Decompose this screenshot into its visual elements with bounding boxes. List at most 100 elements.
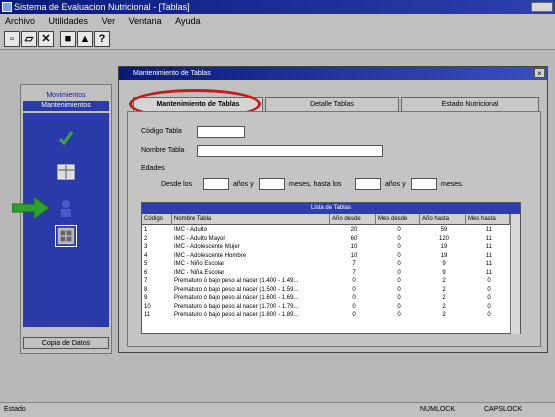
- table-cell: 11: [485, 261, 493, 267]
- table-cell: 7: [144, 278, 148, 284]
- menu-ayuda[interactable]: Ayuda: [175, 14, 200, 28]
- table-row[interactable]: 9 Prematuro ó bajo peso al nacer (1.600 -…: [142, 294, 510, 303]
- app-titlebar: Sistema de Evaluacion Nutricional - [Tab…: [0, 0, 555, 14]
- info-icon[interactable]: ?: [94, 31, 110, 47]
- print-icon[interactable]: ▲: [77, 31, 93, 47]
- grid-icon[interactable]: [55, 225, 77, 247]
- table-cell: 19: [440, 244, 448, 250]
- dialog-title: Mantenimiento de Tablas: [133, 70, 211, 77]
- table-icon[interactable]: [55, 161, 77, 183]
- save-icon[interactable]: ■: [60, 31, 76, 47]
- menu-ver[interactable]: Ver: [102, 14, 116, 28]
- table-cell: 0: [397, 235, 401, 242]
- table-cell: 11: [485, 269, 493, 276]
- anio-desde-input[interactable]: [203, 178, 229, 190]
- table-cell: 2: [442, 303, 446, 310]
- check-icon[interactable]: [55, 127, 77, 149]
- table-cell: 5: [144, 261, 148, 267]
- table-cell: 11: [485, 244, 493, 250]
- table-row[interactable]: 6 IMC - Niña Escolar 7 0 9 11: [142, 269, 510, 278]
- col-anio-hasta[interactable]: Año hasta: [420, 214, 466, 225]
- copia-datos-button[interactable]: Copia de Datos: [23, 337, 109, 349]
- new-icon[interactable]: ▫: [4, 31, 20, 47]
- table-cell: 11: [485, 227, 493, 233]
- col-codigo[interactable]: Código: [142, 214, 172, 225]
- col-mes-hasta[interactable]: Mes hasta: [466, 214, 510, 225]
- table-row[interactable]: 11 Prematuro ó bajo peso al nacer (1.800 …: [142, 311, 510, 320]
- tablas-grid[interactable]: Lista de Tablas Código Nombre Tabla Año …: [141, 202, 521, 334]
- col-mes-desde[interactable]: Mes desde: [376, 214, 420, 225]
- dialog-close-button[interactable]: ×: [534, 68, 545, 78]
- tab-detalle[interactable]: Detalle Tablas: [265, 97, 399, 111]
- table-cell: 10: [350, 244, 358, 250]
- tab-estado-nutricional[interactable]: Estado Nutricional: [401, 97, 539, 111]
- table-row[interactable]: 10 Prematuro ó bajo peso al nacer (1.700 …: [142, 303, 510, 312]
- table-row[interactable]: 3 IMC - Adolescente Mujer 10 0 19 11: [142, 243, 510, 252]
- table-row[interactable]: 4 IMC - Adolescente Hombre 10 0 19 11: [142, 252, 510, 261]
- table-cell: 0: [352, 278, 356, 284]
- table-cell: Prematuro ó bajo peso al nacer (1.700 - …: [174, 303, 299, 310]
- open-icon[interactable]: ▱: [21, 31, 37, 47]
- anos-y-label: años y: [233, 181, 254, 188]
- toolbar: ▫ ▱ ✕ ■ ▲ ?: [0, 28, 555, 50]
- table-cell: 9: [144, 295, 148, 301]
- table-cell: 19: [440, 252, 448, 259]
- col-nombre[interactable]: Nombre Tabla: [172, 214, 330, 225]
- status-numlock: NUMLOCK: [420, 406, 456, 413]
- table-row[interactable]: 7 Prematuro ó bajo peso al nacer (1.400 -…: [142, 277, 510, 286]
- tablas-dialog: Mantenimiento de Tablas × Mantenimiento …: [118, 66, 548, 353]
- status-capslock: CAPSLOCK: [484, 406, 523, 413]
- table-cell: 2: [144, 235, 148, 242]
- table-cell: Prematuro ó bajo peso al nacer (1.500 - …: [174, 286, 299, 293]
- codigo-input[interactable]: [197, 126, 245, 138]
- grid-scrollbar[interactable]: [510, 214, 520, 334]
- menu-ventana[interactable]: Ventana: [129, 14, 162, 28]
- desde-label: Desde los: [161, 181, 193, 188]
- window-controls[interactable]: [531, 2, 553, 12]
- app-icon: [2, 2, 12, 12]
- table-cell: 0: [352, 286, 356, 293]
- app-window: Sistema de Evaluacion Nutricional - [Tab…: [0, 0, 555, 417]
- table-cell: 0: [397, 269, 401, 276]
- sidebar-tab-movimientos[interactable]: Movimientos: [23, 91, 109, 101]
- table-cell: 10: [144, 303, 151, 310]
- table-row[interactable]: 5 IMC - Niño Escolar 7 0 9 11: [142, 260, 510, 269]
- table-cell: 9: [442, 261, 446, 267]
- table-cell: 0: [352, 312, 356, 318]
- pointer-arrow-icon: [12, 196, 50, 220]
- table-cell: 120: [438, 235, 449, 242]
- col-anio-desde[interactable]: Año desde: [330, 214, 376, 225]
- table-cell: IMC - Adolescente Mujer: [174, 244, 240, 250]
- anos-y2-label: años y: [385, 181, 406, 188]
- table-cell: 0: [487, 286, 491, 293]
- menu-archivo[interactable]: Archivo: [5, 14, 35, 28]
- table-cell: 0: [397, 312, 401, 318]
- table-row[interactable]: 8 Prematuro ó bajo peso al nacer (1.500 -…: [142, 286, 510, 295]
- table-cell: 2: [442, 295, 446, 301]
- anio-hasta-input[interactable]: [355, 178, 381, 190]
- table-cell: 11: [485, 252, 493, 259]
- table-cell: 9: [442, 269, 446, 276]
- table-cell: Prematuro ó bajo peso al nacer (1.600 - …: [174, 295, 299, 301]
- table-cell: IMC - Adolescente Hombre: [174, 252, 247, 259]
- table-cell: 0: [397, 252, 401, 259]
- edades-label: Edades: [141, 165, 165, 172]
- table-cell: Prematuro ó bajo peso al nacer (1.400 - …: [174, 278, 299, 284]
- mes-hasta-input[interactable]: [411, 178, 437, 190]
- grid-header: Lista de Tablas: [142, 203, 520, 214]
- sidebar-tab-mantenimientos[interactable]: Mantenimientos: [23, 101, 109, 111]
- menu-utilidades[interactable]: Utilidades: [49, 14, 89, 28]
- table-cell: 4: [144, 252, 148, 259]
- table-cell: 0: [397, 303, 401, 310]
- table-cell: 2: [442, 286, 446, 293]
- table-cell: 0: [397, 244, 401, 250]
- person-icon[interactable]: [55, 197, 77, 219]
- delete-icon[interactable]: ✕: [38, 31, 54, 47]
- mes-desde-input[interactable]: [259, 178, 285, 190]
- table-cell: 60: [350, 235, 358, 242]
- table-row[interactable]: 2 IMC - Adulto Mayor 60 0 120 11: [142, 235, 510, 244]
- meses-label: meses.: [441, 181, 464, 188]
- table-cell: 0: [487, 278, 491, 284]
- table-row[interactable]: 1 IMC - Adulto 20 0 59 11: [142, 226, 510, 235]
- nombre-input[interactable]: [197, 145, 383, 157]
